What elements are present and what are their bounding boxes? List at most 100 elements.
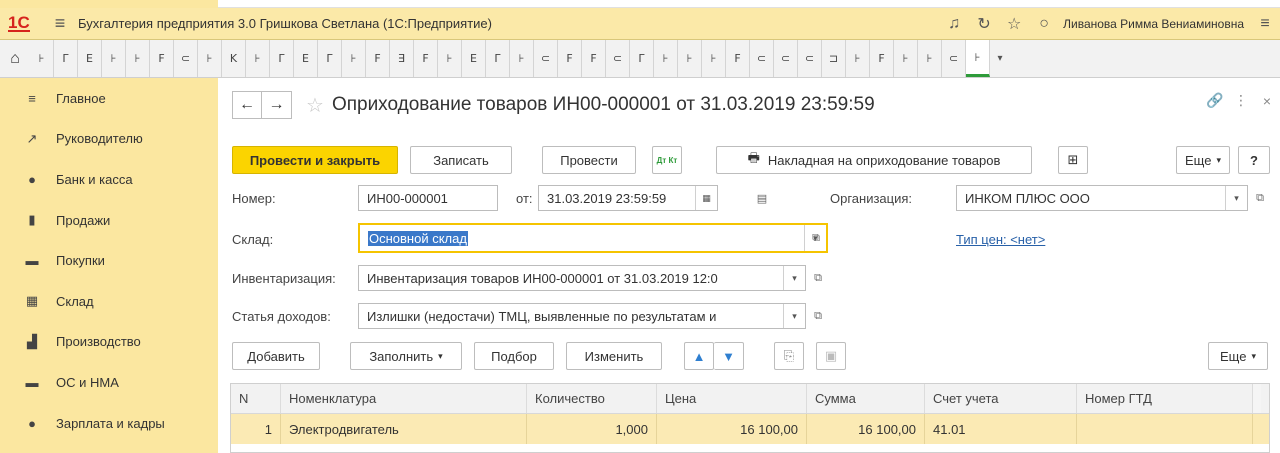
window-tab[interactable]: ⊂ [942, 40, 966, 77]
close-icon[interactable]: × [1254, 93, 1280, 109]
column-header[interactable]: Номер ГТД [1077, 384, 1253, 413]
window-tab[interactable]: Ϝ [150, 40, 174, 77]
price-cell[interactable]: 16 100,00 [657, 414, 807, 444]
window-tab[interactable]: Ϝ [366, 40, 390, 77]
sidebar-item-production[interactable]: ▟ Производство [0, 322, 218, 363]
calendar-icon[interactable]: ▦ [695, 186, 717, 210]
move-up-button[interactable]: ▲ [684, 342, 714, 370]
add-row-button[interactable]: Добавить [232, 342, 320, 370]
table-row[interactable]: 1 Электродвигатель 1,000 16 100,00 16 10… [231, 414, 1269, 444]
column-header[interactable]: N [231, 384, 281, 413]
quantity-cell[interactable]: 1,000 [527, 414, 657, 444]
link-icon[interactable]: 🔗 [1202, 92, 1228, 109]
column-header[interactable]: Сумма [807, 384, 925, 413]
window-tab[interactable]: ⊦ [846, 40, 870, 77]
post-and-close-button[interactable]: Провести и закрыть [232, 146, 398, 174]
settings-menu-icon[interactable]: ≡ [1250, 15, 1280, 33]
row-number-cell[interactable]: 1 [231, 414, 281, 444]
window-tab[interactable]: Ϝ [558, 40, 582, 77]
income-item-field[interactable]: Излишки (недостачи) ТМЦ, выявленные по р… [358, 303, 806, 329]
chevron-down-icon[interactable]: ▾ [1225, 186, 1247, 210]
window-tab[interactable]: ⊦ [342, 40, 366, 77]
back-button[interactable]: ← [232, 91, 262, 119]
chevron-down-icon[interactable]: ▾ [783, 304, 805, 328]
window-tab[interactable]: Γ [318, 40, 342, 77]
sidebar-item-main[interactable]: ≡ Главное [0, 78, 218, 119]
window-tab[interactable]: ⊂ [750, 40, 774, 77]
window-tab[interactable]: ⊦ [678, 40, 702, 77]
sidebar-item-director[interactable]: ↗ Руководителю [0, 119, 218, 160]
price-type-link[interactable]: Тип цен: <нет> [956, 232, 1045, 247]
more-button[interactable]: Еще ▾ [1176, 146, 1230, 174]
notifications-icon[interactable]: ♫ [939, 15, 969, 33]
pick-button[interactable]: Подбор [474, 342, 554, 370]
open-icon[interactable]: ⧉ [808, 303, 828, 329]
column-header[interactable]: Цена [657, 384, 807, 413]
user-name[interactable]: Ливанова Римма Вениаминовна [1063, 17, 1244, 31]
document-history-icon[interactable]: ▤ [752, 185, 772, 211]
window-tab[interactable]: Γ [630, 40, 654, 77]
window-tab[interactable]: ⊂ [798, 40, 822, 77]
sidebar-item-salary[interactable]: ● Зарплата и кадры [0, 403, 218, 444]
sidebar-item-bank[interactable]: ● Банк и касса [0, 159, 218, 200]
window-tab[interactable]: ⊦ [102, 40, 126, 77]
inventory-field[interactable]: Инвентаризация товаров ИН00-000001 от 31… [358, 265, 806, 291]
search-icon[interactable]: ○ [1029, 15, 1059, 33]
favorite-star-icon[interactable]: ☆ [306, 93, 324, 118]
window-tab[interactable]: ⊐ [822, 40, 846, 77]
window-tab[interactable]: Γ [486, 40, 510, 77]
chevron-down-icon[interactable]: ▾ [783, 266, 805, 290]
open-icon[interactable]: ⧉ [806, 225, 826, 251]
number-field[interactable]: ИН00-000001 [358, 185, 498, 211]
window-tab[interactable]: ⊦ [966, 40, 990, 77]
window-tab[interactable]: Ε [78, 40, 102, 77]
gtd-cell[interactable] [1077, 414, 1253, 444]
forward-button[interactable]: → [262, 91, 292, 119]
paste-button[interactable]: ▣ [816, 342, 846, 370]
window-tab[interactable]: ⊦ [702, 40, 726, 77]
sum-cell[interactable]: 16 100,00 [807, 414, 925, 444]
window-tab[interactable]: Κ [222, 40, 246, 77]
window-tab[interactable]: ⊦ [126, 40, 150, 77]
column-header[interactable]: Номенклатура [281, 384, 527, 413]
column-header[interactable]: Количество [527, 384, 657, 413]
sidebar-item-sales[interactable]: ▮ Продажи [0, 200, 218, 241]
history-icon[interactable]: ↻ [969, 14, 999, 34]
dt-kt-button[interactable]: Дт Кт [652, 146, 682, 174]
change-button[interactable]: Изменить [566, 342, 662, 370]
home-icon[interactable]: ⌂ [0, 40, 30, 77]
open-icon[interactable]: ⧉ [808, 265, 828, 291]
window-tab[interactable]: ⊂ [534, 40, 558, 77]
window-tab[interactable]: ⊦ [438, 40, 462, 77]
help-button[interactable]: ? [1238, 146, 1270, 174]
window-tab[interactable]: ⊦ [198, 40, 222, 77]
column-header[interactable]: Счет учета [925, 384, 1077, 413]
more-vertical-icon[interactable]: ⋮ [1228, 92, 1254, 109]
window-tab[interactable]: ⊦ [918, 40, 942, 77]
move-down-button[interactable]: ▼ [714, 342, 744, 370]
date-field[interactable]: 31.03.2019 23:59:59 ▦ [538, 185, 718, 211]
window-tab[interactable]: F [414, 40, 438, 77]
post-button[interactable]: Провести [542, 146, 636, 174]
window-tab[interactable]: Ϝ [726, 40, 750, 77]
save-button[interactable]: Записать [410, 146, 512, 174]
window-tab[interactable]: Γ [270, 40, 294, 77]
window-tab[interactable]: ⊦ [30, 40, 54, 77]
warehouse-field[interactable]: Основной склад ▾ [358, 223, 828, 253]
main-menu-icon[interactable]: ≡ [46, 13, 74, 34]
sidebar-item-purchases[interactable]: ▬ Покупки [0, 240, 218, 281]
window-tab[interactable]: ⊂ [174, 40, 198, 77]
window-tab[interactable]: Ϝ [870, 40, 894, 77]
sidebar-item-warehouse[interactable]: ▦ Склад [0, 281, 218, 322]
table-more-button[interactable]: Еще ▾ [1208, 342, 1268, 370]
window-tab[interactable]: Ε [294, 40, 318, 77]
window-tab[interactable]: Γ [54, 40, 78, 77]
item-cell[interactable]: Электродвигатель [281, 414, 527, 444]
organization-field[interactable]: ИНКОМ ПЛЮС ООО ▾ [956, 185, 1248, 211]
scrollbar[interactable] [1253, 384, 1261, 413]
window-tab[interactable]: ⊂ [774, 40, 798, 77]
structure-button[interactable]: ⊞ [1058, 146, 1088, 174]
window-tab[interactable]: ⊂ [606, 40, 630, 77]
fill-button[interactable]: Заполнить ▾ [350, 342, 462, 370]
print-invoice-button[interactable]: 🖶 Накладная на оприходование товаров [716, 146, 1032, 174]
